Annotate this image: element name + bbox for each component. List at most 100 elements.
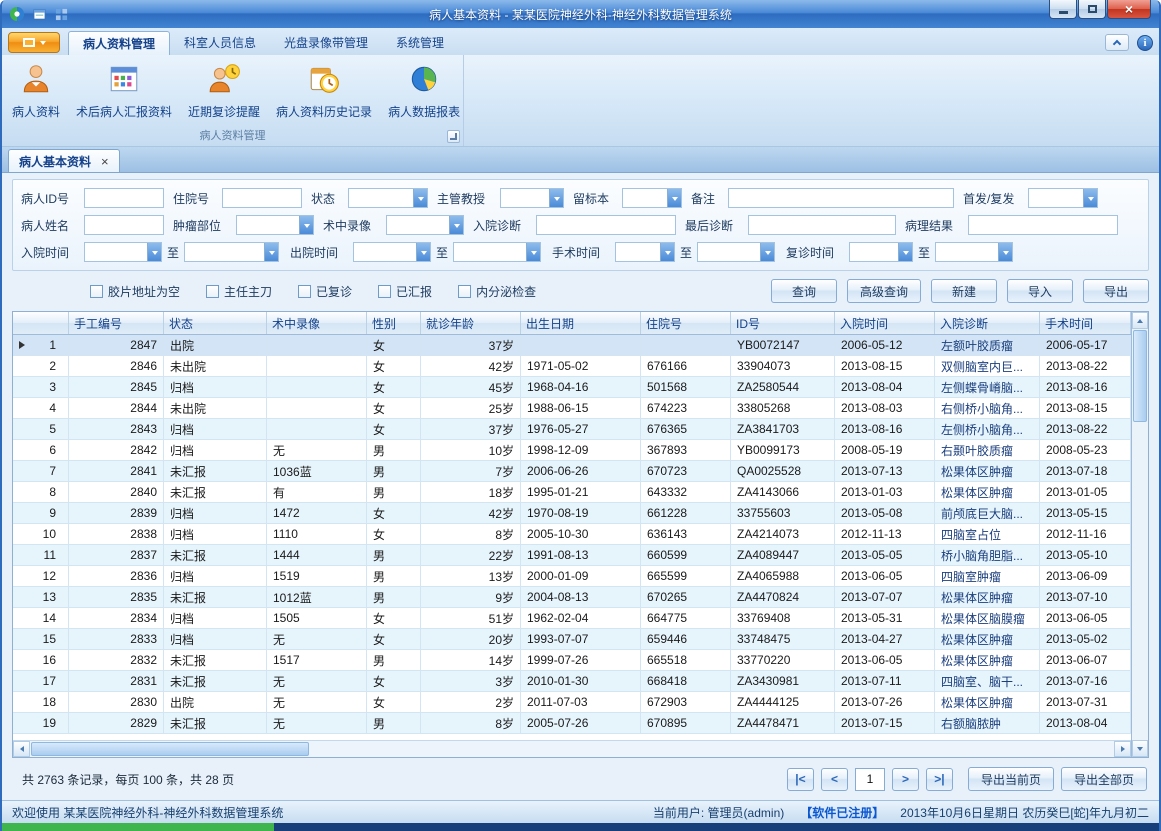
first-relapse-combo[interactable] [1028,188,1098,208]
app-icon[interactable] [8,5,26,23]
professor-combo[interactable] [500,188,564,208]
ribbon-tab-system-management[interactable]: 系统管理 [382,31,458,55]
table-row[interactable]: 112837未汇报1444男22岁1991-08-13660599ZA40894… [13,545,1131,566]
page-number-input[interactable]: 1 [855,768,885,791]
dialog-launcher-icon[interactable] [447,130,460,143]
header-status[interactable]: 状态 [164,312,267,334]
export-button[interactable]: 导出 [1083,279,1149,303]
ribbon-tab-disc-video-management[interactable]: 光盘录像带管理 [270,31,382,55]
vertical-scroll-track[interactable] [1132,329,1148,740]
revisit-time-to-combo[interactable] [935,242,1013,262]
header-surgery-date[interactable]: 手术时间 [1040,312,1131,334]
inpatient-no-input[interactable] [222,188,302,208]
horizontal-scrollbar[interactable] [13,740,1131,757]
revisit-reminder-button[interactable]: 近期复诊提醒 [180,58,268,128]
table-row[interactable]: 152833归档无女20岁1993-07-0765944633748475201… [13,629,1131,650]
qat-icon-1[interactable] [30,5,48,23]
admission-diagnosis-input[interactable] [536,215,676,235]
export-all-pages-button[interactable]: 导出全部页 [1061,767,1147,791]
table-row[interactable]: 52843归档女37岁1976-05-27676365ZA38417032013… [13,419,1131,440]
checkbox-film-address-empty[interactable]: 胶片地址为空 [90,283,180,300]
table-row[interactable]: 102838归档1110女8岁2005-10-30636143ZA4214073… [13,524,1131,545]
titlebar[interactable]: 病人基本资料 - 某某医院神经外科-神经外科数据管理系统 × [2,0,1159,28]
header-video[interactable]: 术中录像 [267,312,367,334]
tab-patient-basic-data[interactable]: 病人基本资料 × [8,149,120,172]
table-row[interactable]: 82840未汇报有男18岁1995-01-21643332ZA414306620… [13,482,1131,503]
first-page-button[interactable]: |< [787,768,814,791]
header-manual-no[interactable]: 手工编号 [69,312,164,334]
table-row[interactable]: 132835未汇报1012蓝男9岁2004-08-13670265ZA44708… [13,587,1131,608]
maximize-button[interactable] [1078,0,1106,19]
header-indicator[interactable] [13,312,69,334]
patient-data-button[interactable]: 病人资料 [4,58,68,128]
checkbox-chief-surgeon[interactable]: 主任主刀 [206,283,272,300]
query-button[interactable]: 查询 [771,279,837,303]
table-row[interactable]: 12847出院女37岁YB00721472006-05-12左额叶胶质瘤2006… [13,335,1131,356]
horizontal-scroll-thumb[interactable] [31,742,309,756]
header-age[interactable]: 就诊年龄 [421,312,521,334]
header-admission-date[interactable]: 入院时间 [835,312,935,334]
scroll-up-button[interactable] [1132,312,1148,329]
horizontal-scroll-track[interactable] [30,741,1114,757]
header-birth-date[interactable]: 出生日期 [521,312,641,334]
discharge-time-to-combo[interactable] [453,242,541,262]
table-row[interactable]: 42844未出院女25岁1988-06-15674223338052682013… [13,398,1131,419]
patient-name-input[interactable] [84,215,164,235]
import-button[interactable]: 导入 [1007,279,1073,303]
table-row[interactable]: 142834归档1505女51岁1962-02-0466477533769408… [13,608,1131,629]
surgery-time-to-combo[interactable] [697,242,775,262]
minimize-button[interactable] [1049,0,1077,19]
table-row[interactable]: 72841未汇报1036蓝男7岁2006-06-26670723QA002552… [13,461,1131,482]
scroll-down-button[interactable] [1132,740,1148,757]
checkbox-revisited[interactable]: 已复诊 [298,283,352,300]
export-current-page-button[interactable]: 导出当前页 [968,767,1054,791]
last-page-button[interactable]: >| [926,768,953,791]
qat-icon-2[interactable] [52,5,70,23]
close-button[interactable]: × [1107,0,1151,19]
header-gender[interactable]: 性别 [367,312,421,334]
new-button[interactable]: 新建 [931,279,997,303]
collapse-ribbon-button[interactable] [1105,34,1129,51]
ribbon-tab-patient-management[interactable]: 病人资料管理 [68,31,170,55]
discharge-time-from-combo[interactable] [353,242,431,262]
scroll-right-button[interactable] [1114,741,1131,757]
info-icon[interactable]: i [1137,35,1153,51]
header-id-no[interactable]: ID号 [731,312,835,334]
admission-time-from-combo[interactable] [84,242,162,262]
patient-id-input[interactable] [84,188,164,208]
revisit-time-from-combo[interactable] [849,242,913,262]
table-row[interactable]: 192829未汇报无男8岁2005-07-26670895ZA447847120… [13,713,1131,734]
history-records-button[interactable]: 病人资料历史记录 [268,58,380,128]
table-row[interactable]: 172831未汇报无女3岁2010-01-30668418ZA343098120… [13,671,1131,692]
remark-input[interactable] [728,188,954,208]
pathology-input[interactable] [968,215,1118,235]
final-diagnosis-input[interactable] [748,215,896,235]
table-row[interactable]: 122836归档1519男13岁2000-01-09665599ZA406598… [13,566,1131,587]
table-row[interactable]: 22846未出院女42岁1971-05-02676166339040732013… [13,356,1131,377]
vertical-scroll-thumb[interactable] [1133,330,1147,422]
prev-page-button[interactable]: < [821,768,848,791]
header-inpatient-no[interactable]: 住院号 [641,312,731,334]
advanced-query-button[interactable]: 高级查询 [847,279,921,303]
tab-close-icon[interactable]: × [101,154,109,169]
postop-report-button[interactable]: 术后病人汇报资料 [68,58,180,128]
tumor-site-combo[interactable] [236,215,314,235]
surgery-time-from-combo[interactable] [615,242,675,262]
specimen-combo[interactable] [622,188,682,208]
admission-time-to-combo[interactable] [184,242,279,262]
table-row[interactable]: 62842归档无男10岁1998-12-09367893YB0099173200… [13,440,1131,461]
next-page-button[interactable]: > [892,768,919,791]
table-row[interactable]: 162832未汇报1517男14岁1999-07-266655183377022… [13,650,1131,671]
ribbon-tab-department-staff[interactable]: 科室人员信息 [170,31,270,55]
status-combo[interactable] [348,188,428,208]
app-menu-button[interactable] [8,32,60,53]
header-admission-diagnosis[interactable]: 入院诊断 [935,312,1040,334]
video-combo[interactable] [386,215,464,235]
scroll-left-button[interactable] [13,741,30,757]
checkbox-reported[interactable]: 已汇报 [378,283,432,300]
table-row[interactable]: 92839归档1472女42岁1970-08-19661228337556032… [13,503,1131,524]
table-row[interactable]: 182830出院无女2岁2011-07-03672903ZA4444125201… [13,692,1131,713]
data-report-button[interactable]: 病人数据报表 [380,58,468,128]
vertical-scrollbar[interactable] [1131,312,1148,757]
checkbox-endocrine-exam[interactable]: 内分泌检查 [458,283,536,300]
